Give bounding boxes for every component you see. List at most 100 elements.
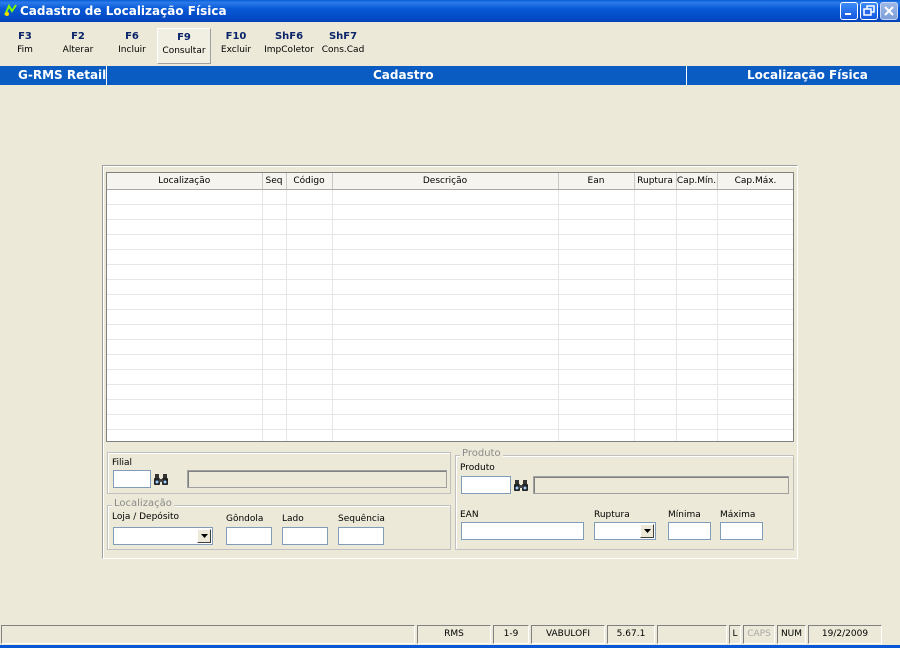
- table-cell[interactable]: [286, 234, 333, 250]
- sequencia-input[interactable]: [338, 527, 384, 545]
- minima-input[interactable]: [668, 522, 711, 540]
- table-cell[interactable]: [558, 399, 635, 415]
- table-cell[interactable]: [286, 399, 333, 415]
- table-cell[interactable]: [332, 384, 559, 400]
- table-cell[interactable]: [717, 189, 793, 205]
- table-cell[interactable]: [286, 189, 333, 205]
- table-cell[interactable]: [634, 219, 677, 235]
- table-cell[interactable]: [676, 369, 718, 385]
- table-row[interactable]: [107, 324, 793, 340]
- table-cell[interactable]: [558, 339, 635, 355]
- table-cell[interactable]: [717, 414, 793, 430]
- table-cell[interactable]: [262, 264, 287, 280]
- table-cell[interactable]: [634, 279, 677, 295]
- table-cell[interactable]: [676, 414, 718, 430]
- table-cell[interactable]: [676, 294, 718, 310]
- table-cell[interactable]: [676, 429, 718, 441]
- table-cell[interactable]: [332, 249, 559, 265]
- table-cell[interactable]: [717, 384, 793, 400]
- table-cell[interactable]: [717, 294, 793, 310]
- column-header-descricao[interactable]: Descrição: [332, 173, 559, 190]
- table-cell[interactable]: [717, 264, 793, 280]
- table-cell[interactable]: [332, 429, 559, 441]
- table-cell[interactable]: [558, 204, 635, 220]
- f3-fim-button[interactable]: F3 Fim: [10, 28, 40, 64]
- table-cell[interactable]: [262, 324, 287, 340]
- table-cell[interactable]: [634, 249, 677, 265]
- table-row[interactable]: [107, 219, 793, 235]
- table-cell[interactable]: [286, 414, 333, 430]
- table-row[interactable]: [107, 234, 793, 250]
- table-cell[interactable]: [262, 294, 287, 310]
- table-cell[interactable]: [676, 384, 718, 400]
- dropdown-button[interactable]: [640, 524, 654, 538]
- table-cell[interactable]: [676, 339, 718, 355]
- table-cell[interactable]: [107, 219, 263, 235]
- table-cell[interactable]: [107, 264, 263, 280]
- table-cell[interactable]: [107, 354, 263, 370]
- table-cell[interactable]: [262, 414, 287, 430]
- loja-deposito-select[interactable]: [113, 527, 213, 545]
- column-header-codigo[interactable]: Código: [286, 173, 333, 190]
- maxima-input[interactable]: [720, 522, 763, 540]
- binoculars-icon[interactable]: [513, 477, 529, 493]
- table-cell[interactable]: [107, 294, 263, 310]
- table-row[interactable]: [107, 399, 793, 415]
- table-cell[interactable]: [107, 339, 263, 355]
- table-cell[interactable]: [332, 309, 559, 325]
- table-cell[interactable]: [676, 354, 718, 370]
- table-cell[interactable]: [286, 324, 333, 340]
- column-header-ruptura[interactable]: Ruptura: [634, 173, 677, 190]
- table-row[interactable]: [107, 339, 793, 355]
- table-cell[interactable]: [332, 369, 559, 385]
- table-cell[interactable]: [558, 429, 635, 441]
- table-cell[interactable]: [332, 294, 559, 310]
- table-cell[interactable]: [676, 279, 718, 295]
- table-cell[interactable]: [717, 429, 793, 441]
- table-cell[interactable]: [717, 249, 793, 265]
- table-cell[interactable]: [107, 279, 263, 295]
- f10-excluir-button[interactable]: F10 Excluir: [218, 28, 254, 64]
- table-cell[interactable]: [262, 309, 287, 325]
- table-cell[interactable]: [676, 189, 718, 205]
- table-row[interactable]: [107, 414, 793, 430]
- ean-input[interactable]: [461, 522, 584, 540]
- table-cell[interactable]: [262, 234, 287, 250]
- table-cell[interactable]: [634, 414, 677, 430]
- table-cell[interactable]: [332, 414, 559, 430]
- table-cell[interactable]: [262, 279, 287, 295]
- table-cell[interactable]: [107, 429, 263, 441]
- ruptura-select[interactable]: [594, 522, 656, 540]
- table-cell[interactable]: [107, 414, 263, 430]
- table-cell[interactable]: [262, 399, 287, 415]
- table-cell[interactable]: [332, 234, 559, 250]
- table-cell[interactable]: [676, 264, 718, 280]
- table-cell[interactable]: [262, 249, 287, 265]
- table-cell[interactable]: [717, 354, 793, 370]
- table-row[interactable]: [107, 429, 793, 441]
- f9-consultar-button[interactable]: F9 Consultar: [157, 28, 211, 64]
- table-cell[interactable]: [286, 429, 333, 441]
- column-header-cap-max[interactable]: Cap.Máx.: [717, 173, 793, 190]
- table-cell[interactable]: [634, 399, 677, 415]
- dropdown-button[interactable]: [197, 529, 211, 543]
- table-cell[interactable]: [676, 219, 718, 235]
- table-cell[interactable]: [262, 369, 287, 385]
- table-cell[interactable]: [717, 324, 793, 340]
- table-cell[interactable]: [676, 324, 718, 340]
- f2-alterar-button[interactable]: F2 Alterar: [58, 28, 98, 64]
- table-cell[interactable]: [286, 384, 333, 400]
- table-cell[interactable]: [286, 264, 333, 280]
- table-cell[interactable]: [107, 249, 263, 265]
- table-cell[interactable]: [676, 249, 718, 265]
- table-cell[interactable]: [332, 354, 559, 370]
- table-cell[interactable]: [286, 204, 333, 220]
- table-row[interactable]: [107, 369, 793, 385]
- table-cell[interactable]: [558, 414, 635, 430]
- table-cell[interactable]: [558, 309, 635, 325]
- table-cell[interactable]: [332, 264, 559, 280]
- table-cell[interactable]: [262, 429, 287, 441]
- table-row[interactable]: [107, 204, 793, 220]
- table-cell[interactable]: [286, 219, 333, 235]
- table-cell[interactable]: [717, 204, 793, 220]
